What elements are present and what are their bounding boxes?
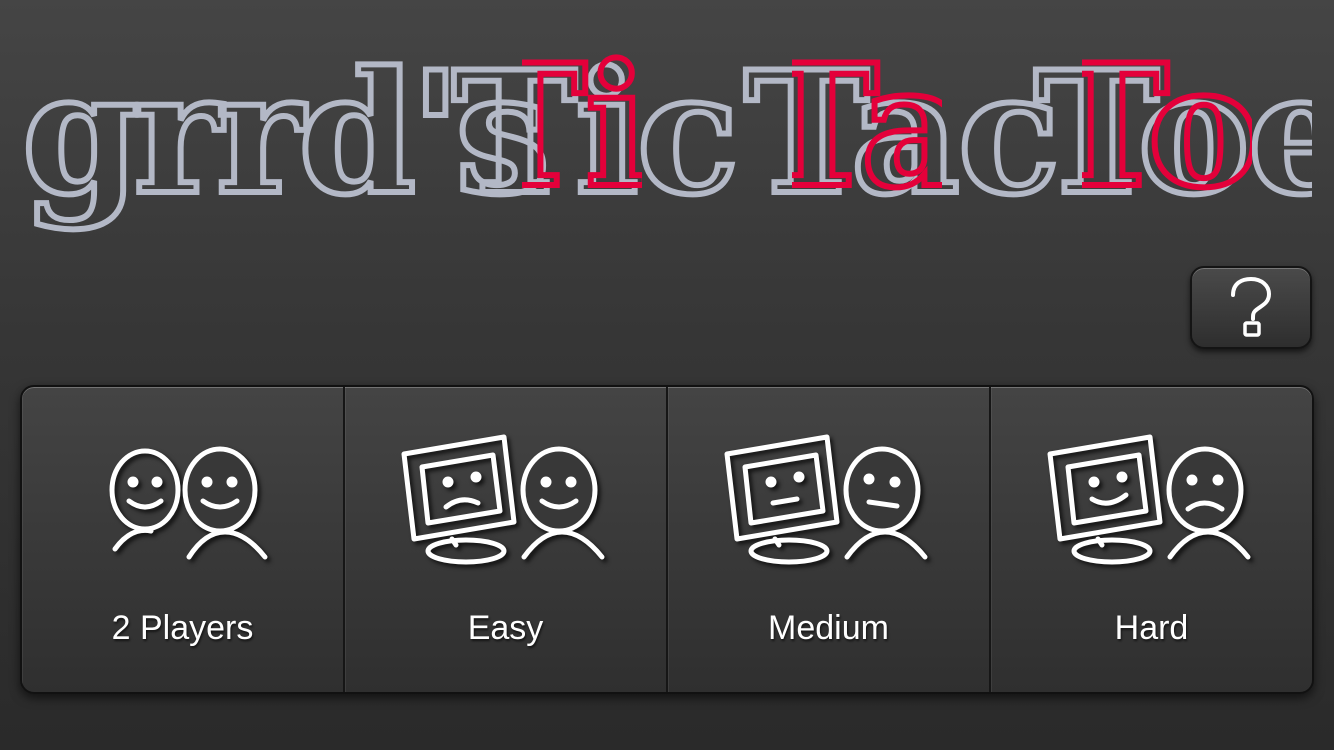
- mode-two-players-label: 2 Players: [111, 609, 254, 647]
- two-players-icon: [109, 446, 267, 560]
- computer-medium-icon: [724, 434, 927, 565]
- mode-hard-button[interactable]: Hard: [991, 387, 1312, 692]
- mode-medium-button[interactable]: Medium: [668, 387, 991, 692]
- game-mode-bar: 2 Players Easy Medium Hard: [20, 385, 1314, 694]
- mode-two-players-button[interactable]: 2 Players: [22, 387, 345, 692]
- logo-word-tic: Tic Tic: [449, 40, 742, 235]
- help-button[interactable]: [1190, 266, 1312, 349]
- question-mark-icon: [1231, 276, 1272, 337]
- mode-hard-label: Hard: [1114, 609, 1189, 647]
- computer-easy-icon: [401, 434, 604, 565]
- mode-easy-button[interactable]: Easy: [345, 387, 668, 692]
- game-logo: grrd's Tic Tic Tac Tac Toe Toe: [22, 40, 1312, 235]
- computer-hard-icon: [1047, 434, 1250, 565]
- mode-medium-label: Medium: [768, 609, 889, 647]
- logo-word-toe: Toe Toe: [1031, 40, 1312, 235]
- logo-word-tac: Tac Tac: [741, 40, 1063, 235]
- mode-easy-label: Easy: [467, 609, 544, 647]
